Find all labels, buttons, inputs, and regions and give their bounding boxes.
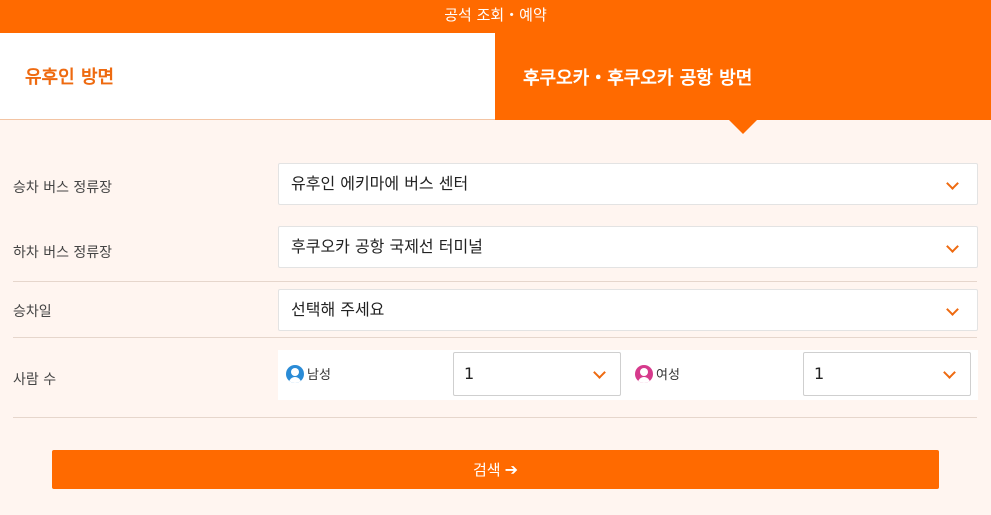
divider <box>13 417 977 418</box>
female-person-icon <box>635 364 653 383</box>
search-button[interactable]: 검색 ➔ <box>52 450 939 489</box>
male-count-select[interactable]: 1 <box>453 352 621 396</box>
alighting-stop-label: 하차 버스 정류장 <box>13 245 113 261</box>
alighting-stop-row: 하차 버스 정류장 후쿠오카 공항 국제선 터미널 <box>13 226 978 268</box>
chevron-down-icon <box>943 366 956 379</box>
boarding-stop-row: 승차 버스 정류장 유후인 에키마에 버스 센터 <box>13 163 978 205</box>
chevron-down-icon <box>946 240 959 253</box>
direction-tabs: 유후인 방면 후쿠오카・후쿠오카 공항 방면 <box>0 33 991 134</box>
tab-label: 후쿠오카・후쿠오카 공항 방면 <box>523 67 753 89</box>
tab-label: 유후인 방면 <box>25 67 115 88</box>
boarding-stop-select[interactable]: 유후인 에키마에 버스 센터 <box>278 163 978 205</box>
boarding-date-label: 승차일 <box>13 304 52 320</box>
male-label-group: 남성 <box>286 364 331 383</box>
boarding-stop-label: 승차 버스 정류장 <box>13 180 113 196</box>
male-count-value: 1 <box>464 364 475 383</box>
chevron-down-icon <box>946 303 959 316</box>
female-label-group: 여성 <box>635 364 680 383</box>
arrow-right-icon: ➔ <box>504 460 518 479</box>
page-title: 공석 조회・예약 <box>444 6 547 24</box>
divider <box>13 337 977 338</box>
female-label: 여성 <box>656 368 680 383</box>
tab-yufuin-direction[interactable]: 유후인 방면 <box>0 33 495 120</box>
chevron-down-icon <box>946 177 959 190</box>
boarding-date-select[interactable]: 선택해 주세요 <box>278 289 978 331</box>
divider <box>13 281 977 282</box>
female-count-select[interactable]: 1 <box>803 352 971 396</box>
female-count-value: 1 <box>814 364 825 383</box>
search-button-label: 검색 <box>472 461 501 479</box>
passengers-panel: 남성 1 여성 1 <box>278 350 978 400</box>
chevron-down-icon <box>593 366 606 379</box>
boarding-date-row: 승차일 선택해 주세요 <box>13 289 978 331</box>
active-tab-pointer <box>729 120 757 134</box>
page-header: 공석 조회・예약 <box>0 0 991 33</box>
boarding-date-value: 선택해 주세요 <box>291 300 385 319</box>
alighting-stop-value: 후쿠오카 공항 국제선 터미널 <box>291 237 483 256</box>
passengers-row: 사람 수 남성 1 여성 1 <box>13 350 978 402</box>
tab-fukuoka-direction[interactable]: 후쿠오카・후쿠오카 공항 방면 <box>495 33 991 134</box>
male-label: 남성 <box>307 368 331 383</box>
alighting-stop-select[interactable]: 후쿠오카 공항 국제선 터미널 <box>278 226 978 268</box>
male-person-icon <box>286 364 304 383</box>
passengers-label: 사람 수 <box>13 372 57 388</box>
boarding-stop-value: 유후인 에키마에 버스 센터 <box>291 174 469 193</box>
